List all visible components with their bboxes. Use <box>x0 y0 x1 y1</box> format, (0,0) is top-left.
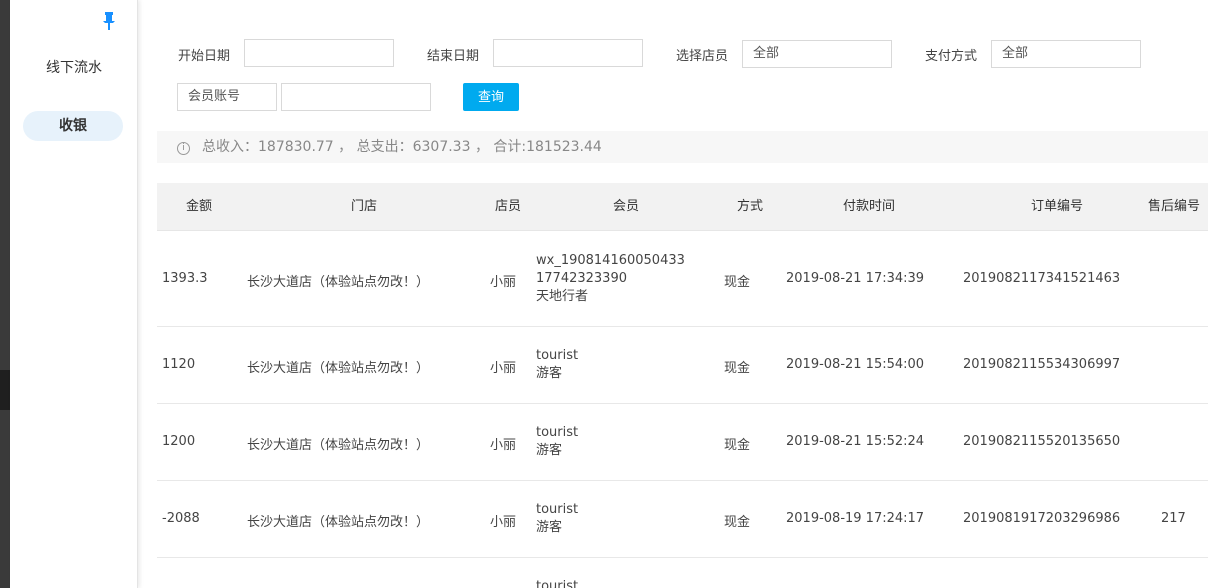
store-clerk-select[interactable]: 全部 <box>742 40 892 68</box>
header-order-no: 订单编号 <box>1031 199 1084 214</box>
cell-method: 现金 <box>724 515 751 530</box>
summary-text: 总收入：187830.77 ， 总支出：6307.33 ， 合计:181523.… <box>202 139 602 155</box>
member-nickname: 游客 <box>536 443 563 458</box>
cell-member: tourist 游客 <box>536 424 578 460</box>
store-clerk-label: 选择店员 <box>676 49 729 64</box>
table-row[interactable]: 1120 长沙大道店（体验站点勿改！） 小丽 tourist 游客 现金 201… <box>157 327 1208 404</box>
cell-amount: 1120 <box>162 357 196 372</box>
cell-order-no: 2019082117341521463 <box>963 271 1121 286</box>
cell-method: 现金 <box>724 275 751 290</box>
member-nickname: 游客 <box>536 366 563 381</box>
start-date-label: 开始日期 <box>178 49 231 64</box>
member-account: wx_190814160050433 <box>536 253 685 268</box>
header-member: 会员 <box>613 199 640 214</box>
cell-store: 长沙大道店（体验站点勿改！） <box>247 361 430 376</box>
main-content: 开始日期 结束日期 选择店员 全部 支付方式 全部 会员账号 查询 i 总收入：1… <box>157 0 1208 588</box>
info-icon: i <box>177 142 190 155</box>
cell-member: tourist 游客 <box>536 347 578 383</box>
table-row[interactable]: 1200 长沙大道店（体验站点勿改！） 小丽 tourist 游客 现金 201… <box>157 404 1208 481</box>
member-account: tourist <box>536 579 579 588</box>
cell-order-no: 2019081917203296986 <box>963 511 1121 526</box>
header-amount: 金额 <box>186 199 213 214</box>
window-edge <box>0 0 10 588</box>
cell-clerk: 小丽 <box>490 438 517 453</box>
summary-bar: i 总收入：187830.77 ， 总支出：6307.33 ， 合计:181523… <box>157 131 1208 163</box>
table-row[interactable]: tourist <box>157 558 1208 588</box>
start-date-input[interactable] <box>244 39 394 67</box>
member-account-input[interactable] <box>281 83 431 111</box>
cell-amount: 1200 <box>162 434 196 449</box>
cell-pay-time: 2019-08-21 15:52:24 <box>786 434 925 449</box>
cell-order-no: 2019082115520135650 <box>963 434 1121 449</box>
end-date-label: 结束日期 <box>427 49 480 64</box>
cell-member: tourist 游客 <box>536 501 578 537</box>
cell-clerk: 小丽 <box>490 515 517 530</box>
table-row[interactable]: 1393.3 长沙大道店（体验站点勿改！） 小丽 wx_190814160050… <box>157 232 1208 327</box>
end-date-input[interactable] <box>493 39 643 67</box>
cell-method: 现金 <box>724 361 751 376</box>
cell-order-no: 2019082115534306997 <box>963 357 1121 372</box>
sidebar-item-cashier[interactable]: 收银 <box>23 111 123 141</box>
header-pay-time: 付款时间 <box>843 199 896 214</box>
cell-store: 长沙大道店（体验站点勿改！） <box>247 438 430 453</box>
member-nickname: 天地行者 <box>536 289 589 304</box>
member-account: tourist <box>536 348 579 363</box>
table-header: 金额 门店 店员 会员 方式 付款时间 订单编号 售后编号 <box>157 183 1208 231</box>
header-after-sale-no: 售后编号 <box>1148 199 1201 214</box>
member-phone: 17742323390 <box>536 271 627 286</box>
cell-method: 现金 <box>724 438 751 453</box>
member-account: tourist <box>536 425 579 440</box>
header-store: 门店 <box>351 199 378 214</box>
table-row[interactable]: -2088 长沙大道店（体验站点勿改！） 小丽 tourist 游客 现金 20… <box>157 481 1208 558</box>
header-method: 方式 <box>737 199 764 214</box>
cell-amount: 1393.3 <box>162 271 208 286</box>
cell-member: wx_190814160050433 17742323390 天地行者 <box>536 252 685 306</box>
member-account-select[interactable]: 会员账号 <box>177 83 277 111</box>
cell-pay-time: 2019-08-21 15:54:00 <box>786 357 925 372</box>
query-button[interactable]: 查询 <box>463 83 519 111</box>
sidebar-item-offline-flow[interactable]: 线下流水 <box>10 57 138 77</box>
cell-store: 长沙大道店（体验站点勿改！） <box>247 275 430 290</box>
header-clerk: 店员 <box>495 199 522 214</box>
payment-method-label: 支付方式 <box>925 49 978 64</box>
sidebar: 线下流水 收银 <box>10 0 138 588</box>
cell-pay-time: 2019-08-21 17:34:39 <box>786 271 925 286</box>
cell-pay-time: 2019-08-19 17:24:17 <box>786 511 925 526</box>
window-edge-band <box>0 370 10 410</box>
cell-clerk: 小丽 <box>490 275 517 290</box>
member-account: tourist <box>536 502 579 517</box>
cell-store: 长沙大道店（体验站点勿改！） <box>247 515 430 530</box>
cell-amount: -2088 <box>162 511 200 526</box>
payment-method-select[interactable]: 全部 <box>991 40 1141 68</box>
pin-icon[interactable] <box>102 11 116 31</box>
cell-member: tourist <box>536 578 578 588</box>
cell-clerk: 小丽 <box>490 361 517 376</box>
cell-after-sale-no: 217 <box>1161 511 1186 526</box>
member-nickname: 游客 <box>536 520 563 535</box>
